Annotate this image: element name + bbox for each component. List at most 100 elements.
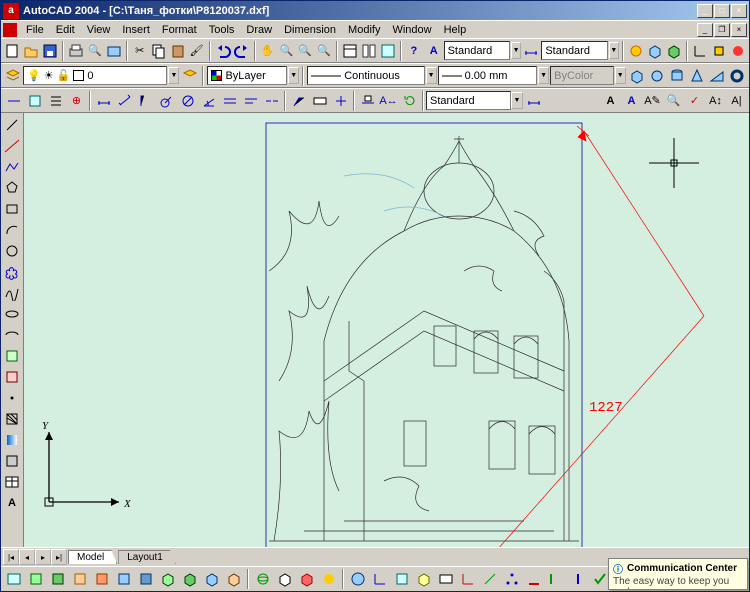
dropdown-arrow-icon[interactable]: ▼ <box>609 42 619 59</box>
find-icon[interactable]: 🔍 <box>663 90 684 111</box>
redo-icon[interactable] <box>233 40 251 61</box>
list-icon[interactable] <box>45 90 66 111</box>
dimedit-icon[interactable] <box>357 90 378 111</box>
dim-diameter-icon[interactable] <box>177 90 198 111</box>
hatch-icon[interactable] <box>2 409 22 429</box>
layer-manager-icon[interactable] <box>3 65 22 86</box>
ellipse-icon[interactable] <box>2 304 22 324</box>
lineweight-dropdown[interactable]: 0.00 mm <box>438 66 538 85</box>
tool-palettes-icon[interactable] <box>379 40 397 61</box>
new-icon[interactable] <box>3 40 21 61</box>
layer-prev-icon[interactable] <box>180 65 199 86</box>
minimize-button[interactable]: _ <box>697 4 713 18</box>
render-icon[interactable] <box>627 40 645 61</box>
multiline-text-icon[interactable]: A <box>2 493 22 513</box>
save-icon[interactable] <box>41 40 59 61</box>
zoom-realtime-icon[interactable]: 🔍 <box>277 40 295 61</box>
ucs-view-icon[interactable] <box>435 569 456 590</box>
circle-icon[interactable] <box>2 241 22 261</box>
distance-icon[interactable] <box>3 90 24 111</box>
view-nw-iso-icon[interactable] <box>223 569 244 590</box>
mdi-icon[interactable] <box>3 23 17 37</box>
publish-icon[interactable] <box>105 40 123 61</box>
insert-block-icon[interactable] <box>2 346 22 366</box>
view-ne-iso-icon[interactable] <box>201 569 222 590</box>
sphere-icon[interactable] <box>648 65 667 86</box>
line-icon[interactable] <box>2 115 22 135</box>
open-icon[interactable] <box>22 40 40 61</box>
cone-icon[interactable] <box>688 65 707 86</box>
gradient-icon[interactable] <box>2 430 22 450</box>
polygon-icon[interactable] <box>2 178 22 198</box>
make-block-icon[interactable] <box>2 367 22 387</box>
dim-style-manager-icon[interactable] <box>523 90 544 111</box>
dim-quick-icon[interactable] <box>219 90 240 111</box>
menu-edit[interactable]: Edit <box>50 22 81 38</box>
maximize-button[interactable]: □ <box>714 4 730 18</box>
dim-style-current[interactable]: Standard <box>426 91 511 110</box>
rectangle-icon[interactable] <box>2 199 22 219</box>
text-style-icon[interactable]: A <box>425 40 443 61</box>
wedge-icon[interactable] <box>708 65 727 86</box>
solid-icon[interactable] <box>665 40 683 61</box>
spell-icon[interactable]: ✓ <box>684 90 705 111</box>
undo-icon[interactable] <box>214 40 232 61</box>
ucs-x-icon[interactable] <box>523 569 544 590</box>
menu-modify[interactable]: Modify <box>342 22 386 38</box>
dropdown-arrow-icon[interactable]: ▼ <box>511 42 521 59</box>
spline-icon[interactable] <box>2 283 22 303</box>
dropdown-arrow-icon[interactable]: ▼ <box>426 67 437 84</box>
mdi-close-button[interactable]: × <box>731 23 747 37</box>
view-bottom-icon[interactable] <box>47 569 68 590</box>
ucs-origin-icon[interactable] <box>457 569 478 590</box>
id-icon[interactable]: ⊕ <box>66 90 87 111</box>
ucs-y-icon[interactable] <box>545 569 566 590</box>
polyline-icon[interactable] <box>2 157 22 177</box>
arc-icon[interactable] <box>2 220 22 240</box>
plot-icon[interactable] <box>67 40 85 61</box>
zoom-previous-icon[interactable]: 🔍 <box>315 40 333 61</box>
tab-layout1[interactable]: Layout1 <box>118 550 176 564</box>
linetype-dropdown[interactable]: Continuous <box>307 66 424 85</box>
view-front-icon[interactable] <box>113 569 134 590</box>
dim-linear-icon[interactable] <box>93 90 114 111</box>
plot-preview-icon[interactable]: 🔍 <box>86 40 104 61</box>
shade2-icon[interactable] <box>296 569 317 590</box>
ucs-apply-icon[interactable] <box>589 569 610 590</box>
tab-next-icon[interactable]: ▸ <box>35 549 51 565</box>
view-back-icon[interactable] <box>135 569 156 590</box>
menu-insert[interactable]: Insert <box>116 22 156 38</box>
ellipse-arc-icon[interactable] <box>2 325 22 345</box>
area-icon[interactable] <box>24 90 45 111</box>
dim-aligned-icon[interactable] <box>114 90 135 111</box>
layer-dropdown[interactable]: 💡 ☀ 🔓 0 <box>23 66 167 85</box>
paste-icon[interactable] <box>169 40 187 61</box>
color-dropdown[interactable]: ByLayer <box>207 66 287 85</box>
ucs-object-icon[interactable] <box>413 569 434 590</box>
menu-dimension[interactable]: Dimension <box>278 22 342 38</box>
dim-continue-icon[interactable] <box>261 90 282 111</box>
dim-style-dropdown[interactable]: Standard <box>541 41 607 60</box>
mtext-icon[interactable]: A <box>600 90 621 111</box>
communication-center-popup[interactable]: ⓘ Communication Center The easy way to k… <box>608 558 748 590</box>
box-icon[interactable] <box>628 65 647 86</box>
dim-angular-icon[interactable] <box>198 90 219 111</box>
named-views-icon[interactable] <box>3 569 24 590</box>
menu-tools[interactable]: Tools <box>203 22 241 38</box>
mdi-minimize-button[interactable]: _ <box>697 23 713 37</box>
dtext-icon[interactable]: A <box>621 90 642 111</box>
scale-text-icon[interactable]: A↕ <box>705 90 726 111</box>
3d-icon[interactable] <box>646 40 664 61</box>
copy-icon[interactable] <box>150 40 168 61</box>
mdi-restore-button[interactable]: ❐ <box>714 23 730 37</box>
close-button[interactable]: × <box>731 4 747 18</box>
table-icon[interactable] <box>2 472 22 492</box>
hide-icon[interactable] <box>710 40 728 61</box>
dimtedit-icon[interactable]: A↔ <box>378 90 399 111</box>
shade-icon[interactable] <box>729 40 747 61</box>
menu-view[interactable]: View <box>81 22 117 38</box>
ucs-3point-icon[interactable] <box>501 569 522 590</box>
dim-radius-icon[interactable] <box>156 90 177 111</box>
text-style-dropdown[interactable]: Standard <box>444 41 510 60</box>
hide2-icon[interactable] <box>274 569 295 590</box>
